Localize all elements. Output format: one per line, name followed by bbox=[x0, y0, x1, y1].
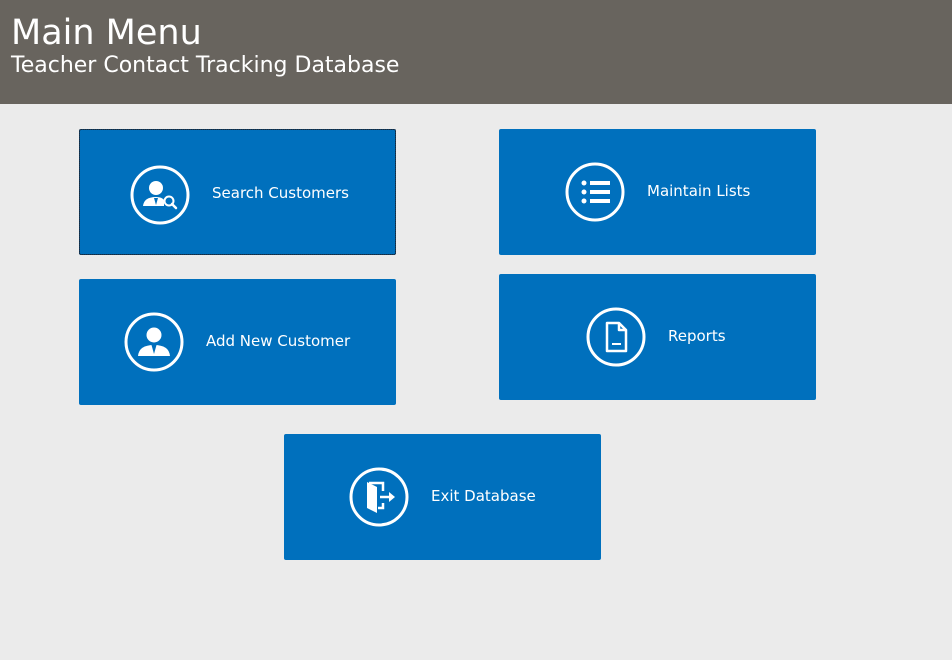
exit-icon bbox=[349, 467, 409, 527]
search-customers-label: Search Customers bbox=[212, 184, 349, 202]
header-bar: Main Menu Teacher Contact Tracking Datab… bbox=[0, 0, 952, 104]
exit-database-label: Exit Database bbox=[431, 487, 536, 505]
add-new-customer-button[interactable]: Add New Customer bbox=[79, 279, 396, 405]
search-customers-button[interactable]: Search Customers bbox=[79, 129, 396, 255]
add-new-customer-label: Add New Customer bbox=[206, 332, 351, 350]
reports-label: Reports bbox=[668, 327, 726, 345]
exit-database-button[interactable]: Exit Database bbox=[284, 434, 601, 560]
reports-button[interactable]: Reports bbox=[499, 274, 816, 400]
maintain-lists-label: Maintain Lists bbox=[647, 182, 751, 200]
maintain-lists-button[interactable]: Maintain Lists bbox=[499, 129, 816, 255]
page-title: Main Menu bbox=[11, 13, 202, 53]
document-icon bbox=[586, 307, 646, 367]
search-user-icon bbox=[130, 165, 190, 225]
user-icon bbox=[124, 312, 184, 372]
page-subtitle: Teacher Contact Tracking Database bbox=[11, 53, 400, 78]
list-icon bbox=[565, 162, 625, 222]
